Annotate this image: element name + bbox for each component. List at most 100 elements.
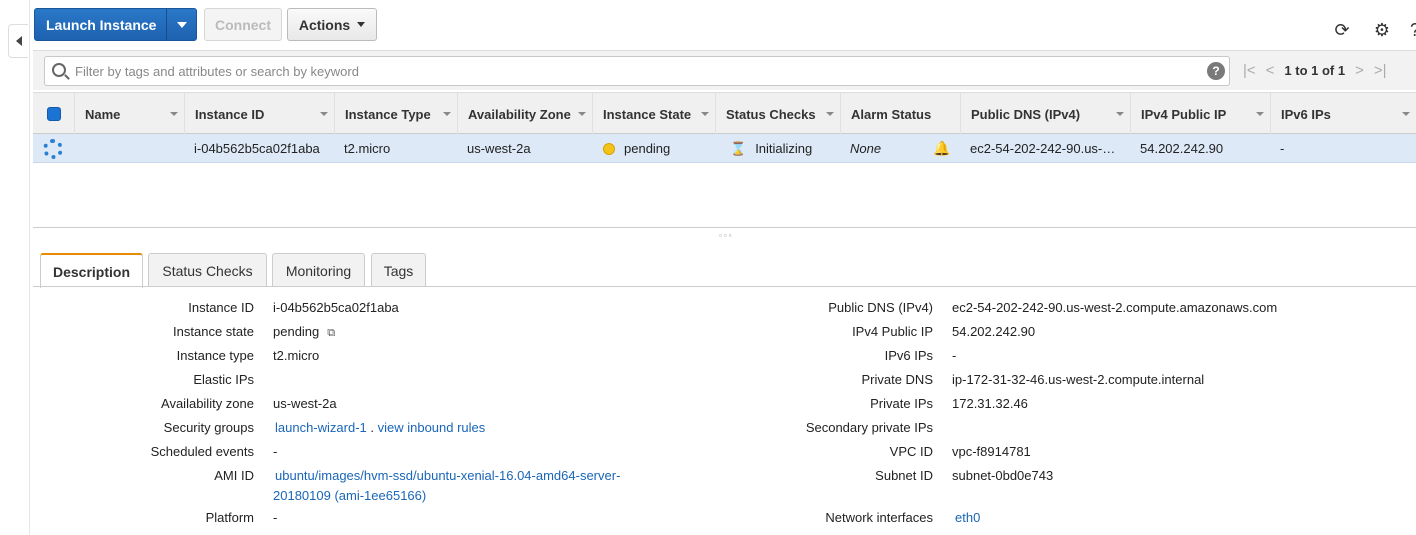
column-header-name[interactable]: Name xyxy=(75,93,185,135)
filter-bar: Filter by tags and attributes or search … xyxy=(33,50,1416,90)
ami-link[interactable]: ubuntu/images/hvm-ssd/ubuntu-xenial-16.0… xyxy=(273,466,620,486)
detail-value: launch-wizard-1 . view inbound rules xyxy=(275,420,486,435)
sort-icon xyxy=(170,112,178,116)
detail-value: t2.micro xyxy=(273,348,320,363)
sort-icon xyxy=(701,112,709,116)
detail-label: Availability zone xyxy=(161,396,254,411)
prev-page-icon[interactable]: < xyxy=(1266,62,1275,79)
state-value: pending xyxy=(273,324,320,339)
launch-dropdown-button[interactable] xyxy=(166,9,196,40)
detail-value: i-04b562b5ca02f1aba xyxy=(273,300,399,315)
detail-label: Platform xyxy=(205,510,254,525)
detail-label: IPv4 Public IP xyxy=(852,324,933,339)
detail-label: Security groups xyxy=(163,420,254,435)
detail-row-scheduled-events: Scheduled events - xyxy=(33,444,278,468)
detail-value xyxy=(254,372,273,396)
detail-label: Private IPs xyxy=(870,396,933,411)
view-inbound-rules-link[interactable]: view inbound rules xyxy=(378,420,486,435)
hourglass-icon: ⌛ xyxy=(730,140,747,156)
column-header-instance-id[interactable]: Instance ID xyxy=(185,93,335,135)
column-header-instance-state[interactable]: Instance State xyxy=(593,93,716,135)
column-header-availability-zone[interactable]: Availability Zone xyxy=(458,93,593,135)
chevron-left-icon xyxy=(15,36,22,46)
sort-icon xyxy=(1256,112,1264,116)
detail-label: VPC ID xyxy=(889,444,933,459)
cell-name xyxy=(85,134,185,163)
column-header-public-dns[interactable]: Public DNS (IPv4) xyxy=(961,93,1131,135)
actions-button[interactable]: Actions xyxy=(287,8,377,41)
detail-label: IPv6 IPs xyxy=(884,348,933,363)
detail-row-instance-type: Instance type t2.micro xyxy=(33,348,320,372)
detail-label: AMI ID xyxy=(214,468,254,483)
detail-value: subnet-0bd0e743 xyxy=(952,468,1054,483)
toolbar-icons: ⟳ ⚙ ? xyxy=(1330,20,1416,41)
create-alarm-icon[interactable]: 🔔 xyxy=(933,134,953,163)
cell-ipv6-ips: - xyxy=(1280,141,1285,156)
chevron-down-icon xyxy=(176,21,187,28)
column-label: Availability Zone xyxy=(468,106,571,122)
detail-row-availability-zone: Availability zone us-west-2a xyxy=(33,396,337,420)
refresh-icon[interactable]: ⟳ xyxy=(1330,20,1354,41)
sort-icon xyxy=(1116,112,1124,116)
detail-row-network-interfaces: Network interfaces eth0 xyxy=(713,510,980,534)
detail-row-ami-id: AMI ID ubuntu/images/hvm-ssd/ubuntu-xeni… xyxy=(33,468,620,512)
actions-label: Actions xyxy=(298,16,351,33)
tab-tags[interactable]: Tags xyxy=(371,253,426,287)
column-label: Name xyxy=(85,106,121,122)
next-page-icon[interactable]: > xyxy=(1355,62,1364,79)
sort-icon xyxy=(320,112,328,116)
column-label: Instance State xyxy=(603,106,692,122)
launch-instance-button[interactable]: Launch Instance xyxy=(34,8,197,41)
cell-instance-type: t2.micro xyxy=(344,141,391,156)
tab-monitoring[interactable]: Monitoring xyxy=(272,253,365,287)
search-placeholder: Filter by tags and attributes or search … xyxy=(75,64,359,79)
column-header-alarm-status[interactable]: Alarm Status xyxy=(841,93,961,135)
detail-label: Secondary private IPs xyxy=(805,420,933,435)
launch-instance-label: Launch Instance xyxy=(46,16,157,33)
detail-value: - xyxy=(273,444,278,459)
network-interface-link[interactable]: eth0 xyxy=(933,510,980,534)
column-header-status-checks[interactable]: Status Checks xyxy=(716,93,841,135)
column-label: Public DNS (IPv4) xyxy=(971,106,1081,122)
cell-status-checks: ⌛ Initializing xyxy=(730,134,840,163)
search-help-icon[interactable]: ? xyxy=(1207,62,1225,80)
select-all-checkbox[interactable] xyxy=(33,93,75,135)
search-icon xyxy=(52,63,66,77)
first-page-icon[interactable]: |< xyxy=(1243,62,1256,79)
copy-icon[interactable]: ⧉ xyxy=(327,327,335,340)
cell-alarm-status: None xyxy=(850,141,882,156)
tab-description[interactable]: Description xyxy=(40,253,143,288)
help-icon[interactable]: ? xyxy=(1410,20,1416,41)
detail-value: - xyxy=(952,348,957,363)
security-group-link[interactable]: launch-wizard-1 xyxy=(275,420,367,435)
table-header: Name Instance ID Instance Type Availabil… xyxy=(33,92,1416,135)
sort-icon xyxy=(826,112,834,116)
ami-link-line2[interactable]: 20180109 (ami-1ee65166) xyxy=(273,486,620,506)
detail-label: Network interfaces xyxy=(825,510,933,525)
detail-row-ipv4-public-ip: IPv4 Public IP 54.202.242.90 xyxy=(713,324,1035,348)
detail-value: pending ⧉ xyxy=(254,324,335,348)
detail-label: Public DNS (IPv4) xyxy=(828,300,933,315)
search-input[interactable]: Filter by tags and attributes or search … xyxy=(44,56,1230,86)
detail-row-instance-state: Instance state pending ⧉ xyxy=(33,324,335,348)
last-page-icon[interactable]: >| xyxy=(1374,62,1387,79)
resize-grip-icon[interactable]: ▫▫▫ xyxy=(719,231,734,240)
column-label: Instance Type xyxy=(345,106,431,122)
column-header-ipv4-public-ip[interactable]: IPv4 Public IP xyxy=(1131,93,1271,135)
collapse-nav-button[interactable] xyxy=(8,24,28,58)
detail-value: ubuntu/images/hvm-ssd/ubuntu-xenial-16.0… xyxy=(254,466,620,512)
gear-icon[interactable]: ⚙ xyxy=(1370,20,1394,41)
detail-value: ec2-54-202-242-90.us-west-2.compute.amaz… xyxy=(952,300,1278,315)
cell-public-dns: ec2-54-202-242-90.us-… xyxy=(970,141,1116,156)
detail-label: Instance ID xyxy=(188,300,254,315)
table-row[interactable]: i-04b562b5ca02f1aba t2.micro us-west-2a … xyxy=(33,134,1416,163)
column-header-instance-type[interactable]: Instance Type xyxy=(335,93,458,135)
detail-label: Instance state xyxy=(173,324,254,339)
tab-status-checks[interactable]: Status Checks xyxy=(148,253,267,287)
detail-value xyxy=(933,420,952,444)
column-header-ipv6-ips[interactable]: IPv6 IPs xyxy=(1271,93,1416,135)
connect-button[interactable]: Connect xyxy=(204,8,282,41)
detail-value: us-west-2a xyxy=(273,396,337,411)
split-divider[interactable] xyxy=(33,227,1416,228)
detail-row-elastic-ips: Elastic IPs xyxy=(33,372,273,396)
